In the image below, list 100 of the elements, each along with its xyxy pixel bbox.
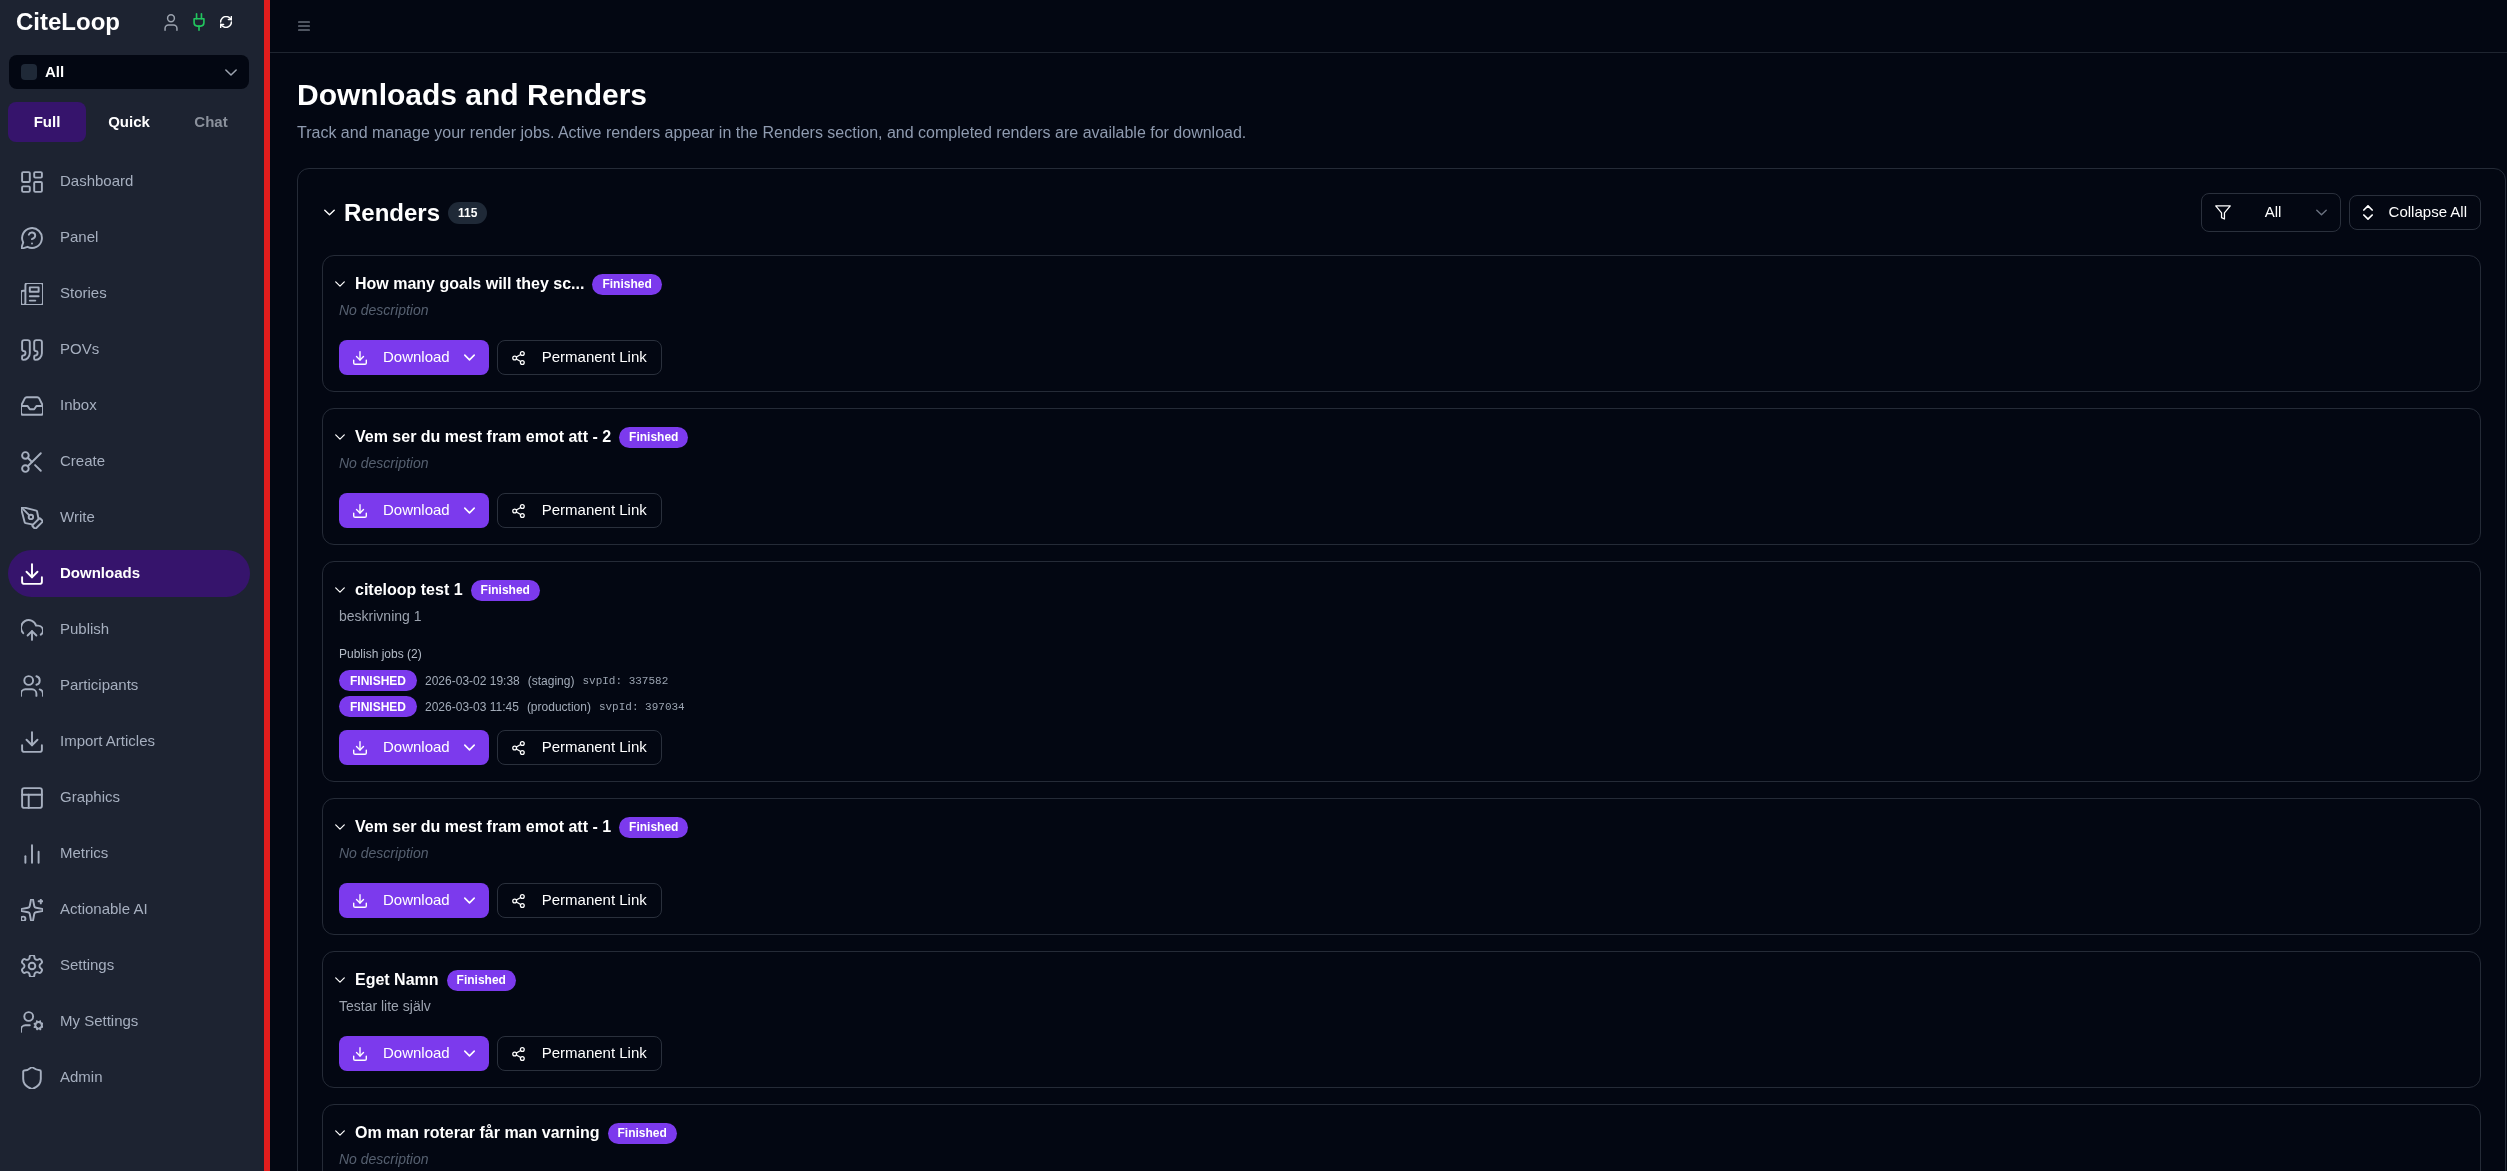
nav-item[interactable]: POVs xyxy=(8,326,250,373)
settings-icon xyxy=(21,954,43,977)
plug-icon[interactable] xyxy=(193,13,205,31)
share-icon xyxy=(511,740,525,755)
download-icon xyxy=(21,730,43,753)
job-time: 2026-03-03 11:45 xyxy=(425,698,519,715)
download-icon xyxy=(21,562,43,585)
count-badge: 115 xyxy=(448,201,488,224)
nav-item[interactable]: My Settings xyxy=(8,998,250,1045)
render-title: How many goals will they sc... xyxy=(355,274,585,294)
download-icon xyxy=(353,740,367,755)
inbox-icon xyxy=(21,394,43,417)
download-button[interactable]: Download xyxy=(339,1036,489,1071)
shield-icon xyxy=(21,1066,43,1089)
share-icon xyxy=(511,1046,525,1061)
status-badge: Finished xyxy=(619,426,689,448)
render-title: citeloop test 1 xyxy=(355,580,463,600)
nav-item[interactable]: Stories xyxy=(8,270,250,317)
permanent-link-button[interactable]: Permanent Link xyxy=(496,730,662,765)
status-badge: Finished xyxy=(470,579,540,601)
scissors-icon xyxy=(21,450,43,473)
quote-icon xyxy=(21,338,43,361)
nav-item[interactable]: Downloads xyxy=(8,550,250,597)
render-title: Vem ser du mest fram emot att - 1 xyxy=(355,817,612,837)
cloud-upload-icon xyxy=(21,618,43,641)
share-icon xyxy=(511,503,525,518)
workspace-select[interactable]: All xyxy=(9,55,249,89)
job-environment: (production) xyxy=(526,698,591,715)
render-description: No description xyxy=(339,844,430,862)
chevron-down-icon xyxy=(463,1050,475,1057)
nav-item[interactable]: Panel xyxy=(8,214,250,261)
download-button[interactable]: Download xyxy=(339,493,489,528)
chevron-down-icon[interactable] xyxy=(335,281,345,287)
menu-icon[interactable] xyxy=(298,21,310,31)
nav-item[interactable]: Import Articles xyxy=(8,718,250,765)
filter-select[interactable]: All xyxy=(2200,193,2341,232)
share-icon xyxy=(511,893,525,908)
chevron-down-icon[interactable] xyxy=(324,209,335,216)
mode-tab[interactable]: Full xyxy=(8,102,86,142)
render-title: Vem ser du mest fram emot att - 2 xyxy=(355,427,612,447)
nav-item[interactable]: Inbox xyxy=(8,382,250,429)
users-icon xyxy=(21,674,43,697)
download-button[interactable]: Download xyxy=(339,883,489,918)
nav-item[interactable]: Settings xyxy=(8,942,250,989)
status-badge: Finished xyxy=(619,816,689,838)
job-status-badge: FINISHED xyxy=(339,696,417,717)
render-description: No description xyxy=(339,454,430,472)
permanent-link-button[interactable]: Permanent Link xyxy=(496,493,662,528)
bar-chart-icon xyxy=(21,842,43,865)
status-badge: Finished xyxy=(592,273,662,295)
chevron-down-icon xyxy=(463,507,475,514)
nav-item[interactable]: Metrics xyxy=(8,830,250,877)
layout-icon xyxy=(21,786,43,809)
collapse-all-button[interactable]: Collapse All xyxy=(2348,195,2481,230)
app-logo: CiteLoop xyxy=(16,7,120,37)
chevron-down-icon xyxy=(463,897,475,904)
nav-item[interactable]: Create xyxy=(8,438,250,485)
render-description: Testar lite själv xyxy=(339,997,432,1015)
user-gear-icon xyxy=(21,1010,43,1033)
chevrons-up-down-icon xyxy=(2362,205,2373,220)
download-icon xyxy=(353,350,367,365)
download-button[interactable]: Download xyxy=(339,340,489,375)
permanent-link-button[interactable]: Permanent Link xyxy=(496,1036,662,1071)
render-description: No description xyxy=(339,1150,430,1168)
download-icon xyxy=(353,503,367,518)
pen-nib-icon xyxy=(21,506,43,529)
chevron-down-icon[interactable] xyxy=(335,587,345,593)
user-icon[interactable] xyxy=(164,13,178,31)
chevron-down-icon[interactable] xyxy=(335,434,345,440)
download-icon xyxy=(353,893,367,908)
page-subtitle: Track and manage your render jobs. Active renders appear in the Renders section, and completed renders are available for download. xyxy=(297,123,1248,143)
chevron-down-icon[interactable] xyxy=(335,824,345,830)
nav-item[interactable]: Write xyxy=(8,494,250,541)
render-description: beskrivning 1 xyxy=(339,607,423,625)
chevron-down-icon xyxy=(2315,209,2327,216)
nav-item[interactable]: Participants xyxy=(8,662,250,709)
permanent-link-button[interactable]: Permanent Link xyxy=(496,340,662,375)
sparkles-icon xyxy=(21,898,43,921)
chevron-down-icon[interactable] xyxy=(335,1130,345,1136)
job-svp-id: svpId: 337582 xyxy=(582,673,669,689)
status-badge: Finished xyxy=(607,1122,677,1144)
swatch-icon xyxy=(21,64,37,80)
share-icon xyxy=(511,350,525,365)
refresh-icon[interactable] xyxy=(220,16,232,28)
nav-item[interactable]: Graphics xyxy=(8,774,250,821)
nav-item[interactable]: Dashboard xyxy=(8,158,250,205)
download-button[interactable]: Download xyxy=(339,730,489,765)
permanent-link-button[interactable]: Permanent Link xyxy=(496,883,662,918)
download-icon xyxy=(353,1046,367,1061)
nav-item[interactable]: Actionable AI xyxy=(8,886,250,933)
chevron-down-icon xyxy=(463,744,475,751)
chevron-down-icon[interactable] xyxy=(335,977,345,983)
chevron-down-icon xyxy=(463,354,475,361)
question-bubble-icon xyxy=(21,226,43,249)
mode-tab[interactable]: Quick xyxy=(90,102,168,142)
newspaper-icon xyxy=(21,282,43,305)
nav-item[interactable]: Admin xyxy=(8,1054,250,1101)
render-title: Om man roterar får man varning xyxy=(355,1123,600,1143)
nav-item[interactable]: Publish xyxy=(8,606,250,653)
section-title: Renders xyxy=(344,197,441,228)
